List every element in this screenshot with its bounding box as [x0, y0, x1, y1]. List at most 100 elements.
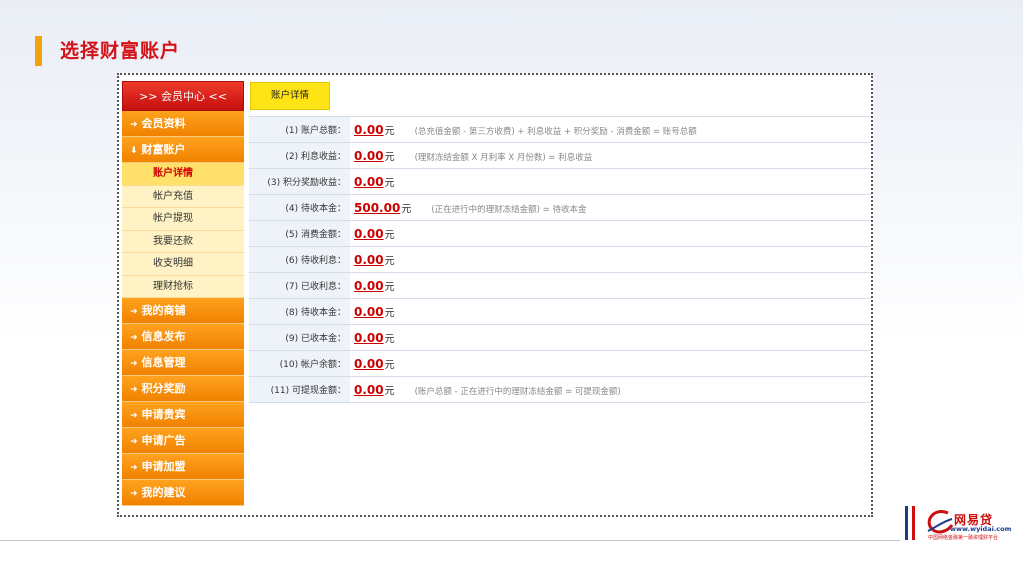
amount-value[interactable]: 0.00: [354, 123, 384, 137]
arrow-right-icon: ➜: [130, 307, 138, 317]
sidebar-subitem-bid[interactable]: 理财抢标: [122, 275, 244, 298]
formula-note: (账户总额 - 正在进行中的理财冻结金额 = 可提现金额): [414, 387, 621, 397]
sidebar-item-label: 申请加盟: [141, 460, 186, 473]
formula-note: (正在进行中的理财冻结金额) = 待收本金: [431, 205, 587, 215]
amount-unit: 元: [384, 386, 395, 397]
row-value: 0.00元: [350, 272, 871, 299]
amount-value[interactable]: 0.00: [354, 149, 384, 163]
sidebar-item-label: 申请贵宾: [141, 408, 186, 421]
amount-value[interactable]: 0.00: [354, 175, 384, 189]
sidebar-item-label: 会员资料: [141, 117, 186, 130]
table-row: (7) 已收利息： 0.00元: [249, 272, 871, 299]
sidebar-item-points[interactable]: ➜ 积分奖励: [122, 376, 244, 402]
sidebar-item-publish-info[interactable]: ➜ 信息发布: [122, 324, 244, 350]
sidebar-item-label: 我的建议: [141, 486, 186, 499]
logo-bar-blue: [905, 506, 908, 540]
sidebar-subitem-withdraw[interactable]: 帐户提现: [122, 208, 244, 231]
row-value: 0.00元 (理财冻结金额 X 月利率 X 月份数) = 利息收益: [350, 142, 871, 169]
wyidai-logo: 网易贷 www.wyidai.com 中国网络金融第一融资理财平台: [924, 503, 1016, 553]
table-row: (4) 待收本金： 500.00元 (正在进行中的理财冻结金额) = 待收本金: [249, 194, 871, 221]
sidebar-item-manage-info[interactable]: ➜ 信息管理: [122, 350, 244, 376]
arrow-right-icon: ➜: [130, 359, 138, 369]
table-row: (11) 可提现金额： 0.00元 (账户总额 - 正在进行中的理财冻结金额 = 可…: [249, 376, 871, 403]
row-label: (5) 消费金额：: [249, 220, 350, 247]
sidebar-item-my-shop[interactable]: ➜ 我的商铺: [122, 298, 244, 324]
sidebar-item-label: 申请广告: [141, 434, 186, 447]
amount-value[interactable]: 500.00: [354, 201, 400, 215]
row-value: 0.00元 (总充值金额 - 第三方收费) + 利息收益 + 积分奖励 - 消费金…: [350, 117, 871, 143]
sidebar-subitem-statements[interactable]: 收支明细: [122, 253, 244, 276]
row-value: 500.00元 (正在进行中的理财冻结金额) = 待收本金: [350, 194, 871, 221]
amount-value[interactable]: 0.00: [354, 331, 384, 345]
sidebar-item-wealth-account[interactable]: ⬇ 财富账户: [122, 137, 244, 163]
row-label: (7) 已收利息：: [249, 272, 350, 299]
amount-unit: 元: [384, 178, 395, 189]
row-label: (6) 待收利息：: [249, 246, 350, 273]
sidebar-item-label: 财富账户: [141, 143, 186, 156]
amount-unit: 元: [384, 334, 395, 345]
amount-value[interactable]: 0.00: [354, 279, 384, 293]
amount-unit: 元: [384, 126, 395, 137]
amount-unit: 元: [384, 152, 395, 163]
row-value: 0.00元: [350, 324, 871, 351]
table-row: (5) 消费金额： 0.00元: [249, 220, 871, 247]
sidebar-item-label: 我的商铺: [141, 304, 186, 317]
footer-divider: [0, 540, 900, 541]
row-label: (4) 待收本金：: [249, 194, 350, 221]
tab-account-details[interactable]: 账户详情: [250, 82, 330, 110]
arrow-down-icon: ⬇: [130, 146, 138, 156]
logo-url: www.wyidai.com: [950, 525, 1012, 533]
row-value: 0.00元: [350, 246, 871, 273]
amount-unit: 元: [384, 230, 395, 241]
sidebar-item-ads[interactable]: ➜ 申请广告: [122, 428, 244, 454]
tab-bar: 账户详情: [249, 81, 871, 117]
sidebar-item-member-profile[interactable]: ➜ 会员资料: [122, 111, 244, 137]
table-row: (6) 待收利息： 0.00元: [249, 246, 871, 273]
sidebar-item-vip[interactable]: ➜ 申请贵宾: [122, 402, 244, 428]
row-value: 0.00元: [350, 298, 871, 325]
sidebar-item-label: 信息管理: [141, 356, 186, 369]
amount-value[interactable]: 0.00: [354, 253, 384, 267]
sidebar-item-label: 信息发布: [141, 330, 186, 343]
formula-note: (理财冻结金额 X 月利率 X 月份数) = 利息收益: [414, 153, 593, 163]
sidebar-subitem-recharge[interactable]: 帐户充值: [122, 185, 244, 208]
row-label: (8) 待收本金：: [249, 298, 350, 325]
amount-value[interactable]: 0.00: [354, 227, 384, 241]
amount-value[interactable]: 0.00: [354, 305, 384, 319]
arrow-right-icon: ➜: [130, 333, 138, 343]
amount-unit: 元: [384, 308, 395, 319]
table-row: (1) 账户总额： 0.00元 (总充值金额 - 第三方收费) + 利息收益 + 积…: [249, 117, 871, 143]
account-details-table: (1) 账户总额： 0.00元 (总充值金额 - 第三方收费) + 利息收益 + 积…: [249, 117, 871, 403]
sidebar-subitem-repay[interactable]: 我要还款: [122, 230, 244, 253]
amount-unit: 元: [384, 282, 395, 293]
arrow-right-icon: ➜: [130, 411, 138, 421]
sidebar-header: >> 会员中心 <<: [122, 81, 244, 111]
sidebar-item-suggestion[interactable]: ➜ 我的建议: [122, 480, 244, 506]
row-value: 0.00元 (账户总额 - 正在进行中的理财冻结金额 = 可提现金额): [350, 376, 871, 403]
amount-unit: 元: [401, 204, 412, 215]
page-title: 选择财富账户: [60, 40, 181, 62]
row-label: (10) 帐户余额：: [249, 350, 350, 377]
amount-value[interactable]: 0.00: [354, 383, 384, 397]
amount-value[interactable]: 0.00: [354, 357, 384, 371]
table-row: (8) 待收本金： 0.00元: [249, 298, 871, 325]
logo-bar-red: [912, 506, 915, 540]
row-label: (2) 利息收益：: [249, 142, 350, 169]
amount-unit: 元: [384, 256, 395, 267]
logo-slogan: 中国网络金融第一融资理财平台: [928, 535, 999, 541]
amount-unit: 元: [384, 360, 395, 371]
arrow-right-icon: ➜: [130, 463, 138, 473]
arrow-right-icon: ➜: [130, 385, 138, 395]
account-details-panel: 账户详情 (1) 账户总额： 0.00元 (总充值金额 - 第三方收费) + 利息收…: [249, 81, 871, 403]
sidebar-subitem-account-details[interactable]: 账户详情: [122, 163, 244, 186]
row-value: 0.00元: [350, 168, 871, 195]
sidebar-item-franchise[interactable]: ➜ 申请加盟: [122, 454, 244, 480]
row-value: 0.00元: [350, 220, 871, 247]
row-label: (3) 积分奖励收益：: [249, 168, 350, 195]
row-label: (11) 可提现金额：: [249, 376, 350, 403]
table-row: (2) 利息收益： 0.00元 (理财冻结金额 X 月利率 X 月份数) = 利息收…: [249, 142, 871, 169]
sidebar: >> 会员中心 << ➜ 会员资料 ⬇ 财富账户 账户详情 帐户充值 帐户提现 我要…: [122, 81, 244, 506]
table-row: (3) 积分奖励收益： 0.00元: [249, 168, 871, 195]
table-row: (10) 帐户余额： 0.00元: [249, 350, 871, 377]
title-accent-bar: [35, 36, 42, 66]
